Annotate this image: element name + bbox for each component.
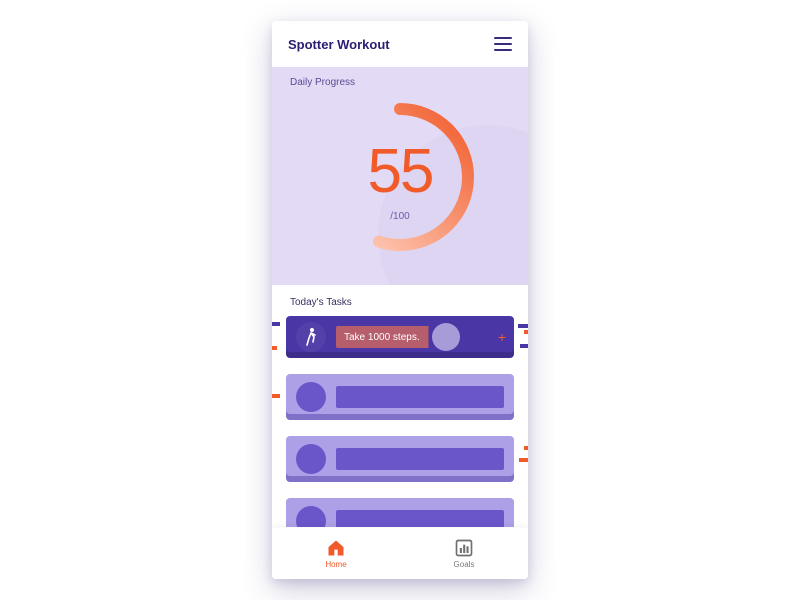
task-icon-placeholder [296,506,326,527]
add-icon[interactable]: + [498,330,506,344]
task-card[interactable] [286,436,514,482]
walk-icon [296,322,326,352]
task-row: Take 1000 steps. + [272,316,528,358]
app-header: Spotter Workout [272,21,528,67]
decor-tick [272,394,280,398]
decor-tick [272,322,280,326]
bottom-nav: Home Goals [272,527,528,579]
nav-home-label: Home [325,560,346,569]
menu-icon[interactable] [494,37,512,51]
daily-progress-label: Daily Progress [290,77,355,88]
task-card[interactable] [286,374,514,420]
decor-tick [519,458,528,462]
bar-chart-icon [454,538,474,558]
tasks-section: Today's Tasks Take 1000 steps [272,285,528,527]
task-icon-placeholder [296,382,326,412]
daily-progress-panel: Daily Progress 55 /100 [272,67,528,285]
task-progress-bar [336,386,504,408]
progress-total: /100 [390,211,409,222]
task-row [272,374,528,420]
decor-tick [524,446,528,450]
app-title: Spotter Workout [288,37,390,52]
task-icon-placeholder [296,444,326,474]
progress-ring: 55 /100 [320,97,480,257]
decor-tick [272,346,277,350]
home-icon [326,538,346,558]
task-progress-bar [336,448,504,470]
task-card-active[interactable]: Take 1000 steps. + [286,316,514,358]
decor-tick [520,344,528,348]
task-card[interactable] [286,498,514,527]
nav-goals[interactable]: Goals [400,528,528,579]
decor-tick [524,330,528,334]
nav-home[interactable]: Home [272,528,400,579]
nav-goals-label: Goals [454,560,475,569]
phone-frame: Spotter Workout Daily Progress [272,21,528,579]
decor-tick [518,324,528,328]
tasks-title: Today's Tasks [272,297,528,316]
task-row [272,498,528,520]
slider-knob[interactable] [432,323,460,351]
progress-value: 55 [368,141,433,203]
task-label: Take 1000 steps. [336,332,420,343]
task-row [272,436,528,482]
task-progress-bar[interactable]: Take 1000 steps. [336,326,504,348]
task-progress-bar [336,510,504,527]
